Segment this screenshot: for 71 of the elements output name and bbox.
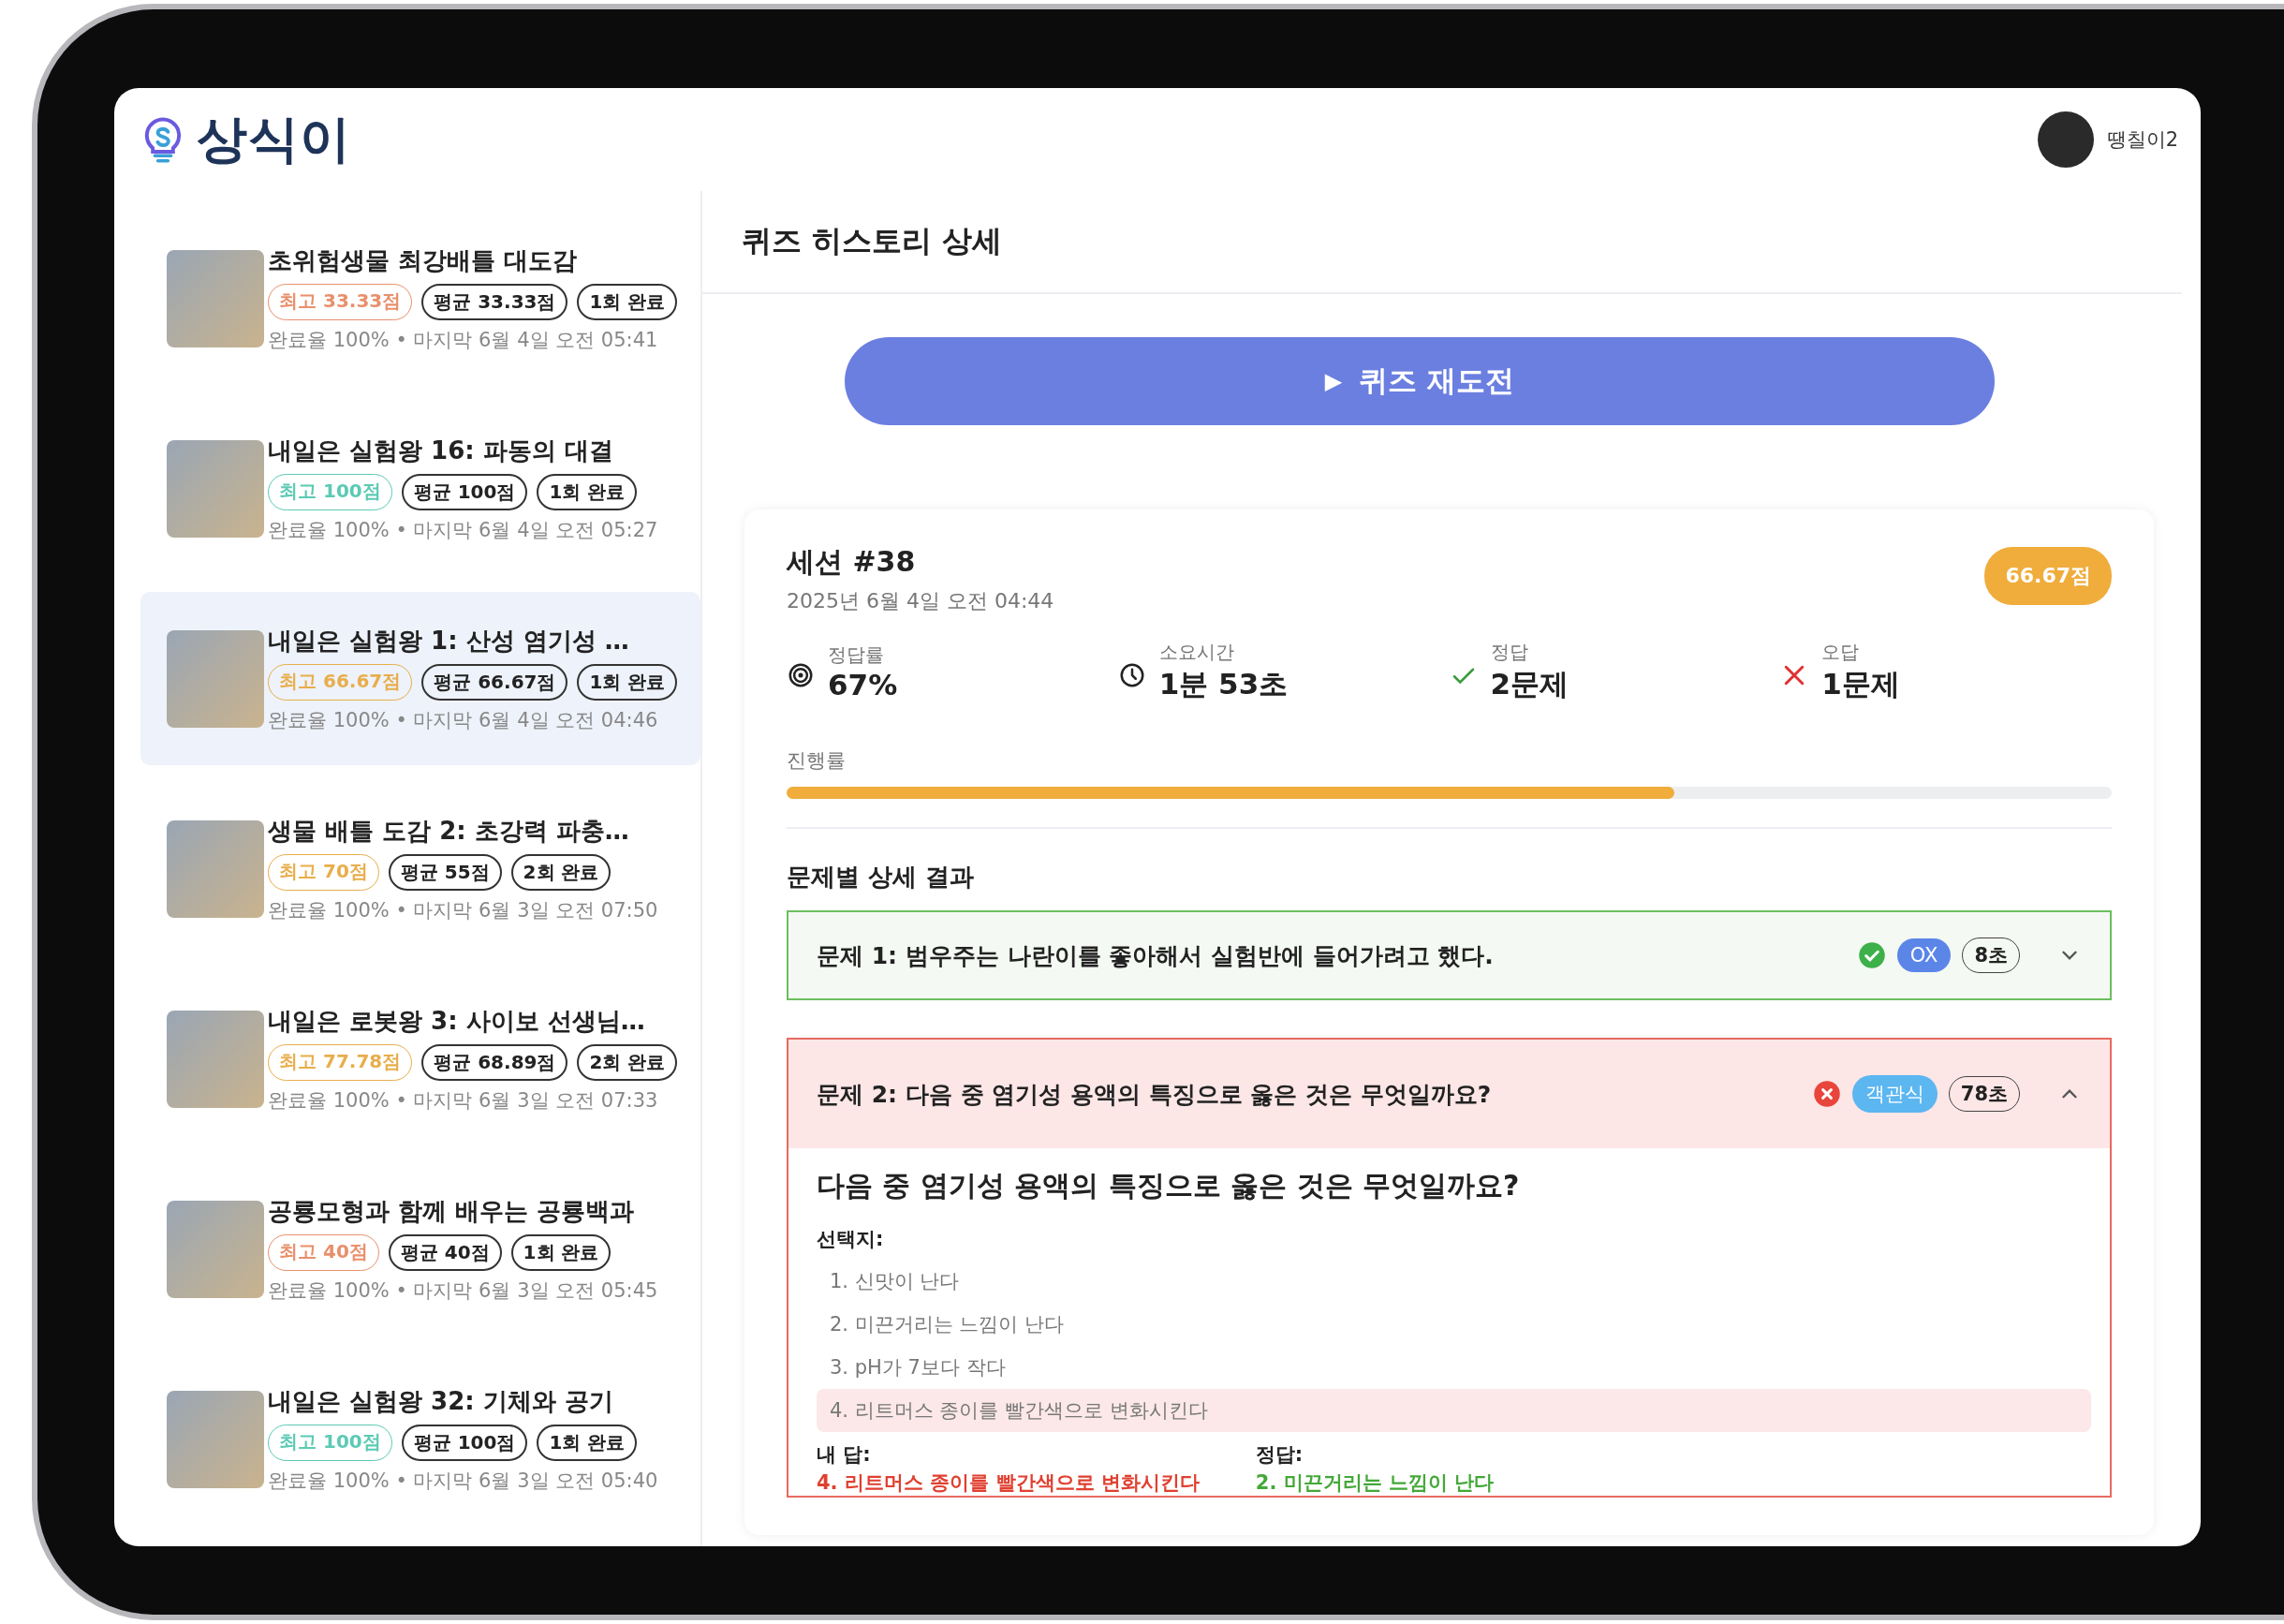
quiz-title: 내일은 로봇왕 3: 사이보 선생님… [268, 1005, 646, 1037]
attempt-count-badge: 2회 완료 [510, 853, 612, 891]
quiz-meta-text: 완료율 100% • 마지막 6월 3일 오전 07:50 [268, 897, 658, 923]
quiz-list-item[interactable]: 초위험생물 최강배틀 대도감 최고 33.33점 평균 33.33점 1회 완료 완료율 100% • 마지막 6월 4일 오전 05:41 [140, 212, 700, 385]
question-header[interactable]: 문제 1: 범우주는 나란이를 좋아해서 실험반에 들어가려고 했다. OX 8초 [788, 912, 2110, 998]
choice-option: 3. pH가 7보다 작다 [817, 1346, 2091, 1389]
play-icon: ▶ [1324, 368, 1343, 394]
quiz-list-item[interactable]: 내일은 로봇왕 3: 사이보 선생님… 최고 77.78점 평균 68.89점 2회 완료 완료율 100% • 마지막 6월 3일 오전 07:33 [140, 972, 700, 1145]
choice-option: 1. 신맛이 난다 [817, 1260, 2091, 1303]
quiz-list-item[interactable]: 생물 배틀 도감 2: 초강력 파충… 최고 70점 평균 55점 2회 완료 완료율 100% • 마지막 6월 3일 오전 07:50 [140, 782, 700, 955]
average-score-badge: 평균 66.67점 [421, 663, 568, 701]
session-date: 2025년 6월 4일 오전 04:44 [787, 588, 1054, 614]
average-score-badge: 평균 100점 [401, 1424, 528, 1461]
correct-answer-label: 정답: [1255, 1442, 1304, 1468]
question-type-badge: OX [1896, 938, 1952, 972]
progress-label: 진행률 [787, 748, 847, 774]
average-score-badge: 평균 33.33점 [421, 283, 568, 320]
results-heading: 문제별 상세 결과 [787, 862, 976, 893]
quiz-title: 초위험생물 최강배틀 대도감 [268, 244, 579, 276]
stat-label: 정답 [1490, 640, 1529, 665]
question-title: 문제 2: 다음 중 염기성 용액의 특징으로 옳은 것은 무엇일까요? [817, 1079, 1492, 1110]
attempt-count-badge: 2회 완료 [577, 1043, 678, 1081]
quiz-list-item[interactable]: 내일은 실험왕 1: 산성 염기성 … 최고 66.67점 평균 66.67점 1회 완료 완료율 100% • 마지막 6월 4일 오전 04:46 [140, 592, 700, 765]
my-answer-text: 4. 리트머스 종이를 빨간색으로 변화시킨다 [817, 1470, 1200, 1496]
quiz-meta-text: 완료율 100% • 마지막 6월 3일 오전 05:45 [268, 1277, 658, 1304]
quiz-title: 내일은 실험왕 32: 기체와 공기 [268, 1385, 614, 1417]
retry-quiz-button[interactable]: ▶ 퀴즈 재도전 [845, 337, 1995, 425]
attempt-count-badge: 1회 완료 [537, 473, 638, 510]
question-header[interactable]: 문제 2: 다음 중 염기성 용액의 특징으로 옳은 것은 무엇일까요? 객관식 78초 [788, 1040, 2110, 1148]
attempt-count-badge: 1회 완료 [510, 1233, 612, 1271]
stat-label: 소요시간 [1158, 640, 1235, 665]
quiz-list-item[interactable]: 내일은 실험왕 32: 기체와 공기 최고 100점 평균 100점 1회 완료 완료율 100% • 마지막 6월 3일 오전 05:40 [140, 1352, 700, 1526]
app-logo-text: 상식이 [197, 108, 351, 170]
stat-label: 정답률 [828, 642, 885, 668]
question-type-badge: 객관식 [1851, 1075, 1938, 1113]
average-score-badge: 평균 55점 [388, 853, 502, 891]
quiz-title: 공룡모형과 함께 배우는 공룡백과 [268, 1195, 636, 1227]
question-text: 다음 중 염기성 용액의 특징으로 옳은 것은 무엇일까요? [817, 1168, 1521, 1203]
page-title: 퀴즈 히스토리 상세 [742, 222, 1003, 260]
quiz-title: 생물 배틀 도감 2: 초강력 파충… [268, 815, 630, 847]
quiz-meta-text: 완료율 100% • 마지막 6월 3일 오전 05:40 [268, 1468, 658, 1494]
stat-label: 오답 [1821, 640, 1861, 665]
quiz-meta-text: 완료율 100% • 마지막 6월 4일 오전 04:46 [268, 707, 659, 733]
my-answer-label: 내 답: [817, 1442, 872, 1468]
choice-option: 4. 리트머스 종이를 빨간색으로 변화시킨다 [817, 1389, 2091, 1432]
stat-value: 2문제 [1490, 666, 1569, 702]
choice-option: 2. 미끈거리는 느낌이 난다 [817, 1303, 2091, 1346]
quiz-meta-text: 완료율 100% • 마지막 6월 4일 오전 05:41 [268, 327, 659, 353]
average-score-badge: 평균 68.89점 [421, 1043, 568, 1081]
stat-value: 1분 53초 [1158, 666, 1289, 702]
average-score-badge: 평균 40점 [388, 1233, 502, 1271]
x-circle-icon [1812, 1080, 1841, 1108]
quiz-meta-text: 완료율 100% • 마지막 6월 4일 오전 05:27 [268, 517, 658, 543]
average-score-badge: 평균 100점 [401, 473, 528, 510]
user-name: 땡칠이2 [2106, 127, 2178, 153]
quiz-title: 내일은 실험왕 1: 산성 염기성 … [268, 625, 630, 657]
question-title: 문제 1: 범우주는 나란이를 좋아해서 실험반에 들어가려고 했다. [817, 940, 1494, 971]
check-circle-icon [1857, 941, 1886, 969]
choices-label: 선택지: [817, 1227, 885, 1252]
quiz-title: 내일은 실험왕 16: 파동의 대결 [268, 435, 614, 466]
attempt-count-badge: 1회 완료 [577, 283, 678, 320]
quiz-meta-text: 완료율 100% • 마지막 6월 3일 오전 07:33 [268, 1087, 659, 1114]
session-title: 세션 #38 [787, 544, 917, 580]
stat-value: 1문제 [1821, 666, 1900, 702]
score-badge: 66.67점 [1984, 547, 2112, 605]
attempt-count-badge: 1회 완료 [577, 663, 678, 701]
quiz-list-item[interactable]: 내일은 실험왕 16: 파동의 대결 최고 100점 평균 100점 1회 완료 완료율 100% • 마지막 6월 4일 오전 05:27 [140, 402, 700, 575]
correct-answer-text: 2. 미끈거리는 느낌이 난다 [1255, 1470, 1495, 1496]
stat-value: 67% [828, 668, 898, 701]
quiz-list-item[interactable]: 공룡모형과 함께 배우는 공룡백과 최고 40점 평균 40점 1회 완료 완료율 100% • 마지막 6월 3일 오전 05:45 [140, 1162, 700, 1336]
attempt-count-badge: 1회 완료 [537, 1424, 638, 1461]
